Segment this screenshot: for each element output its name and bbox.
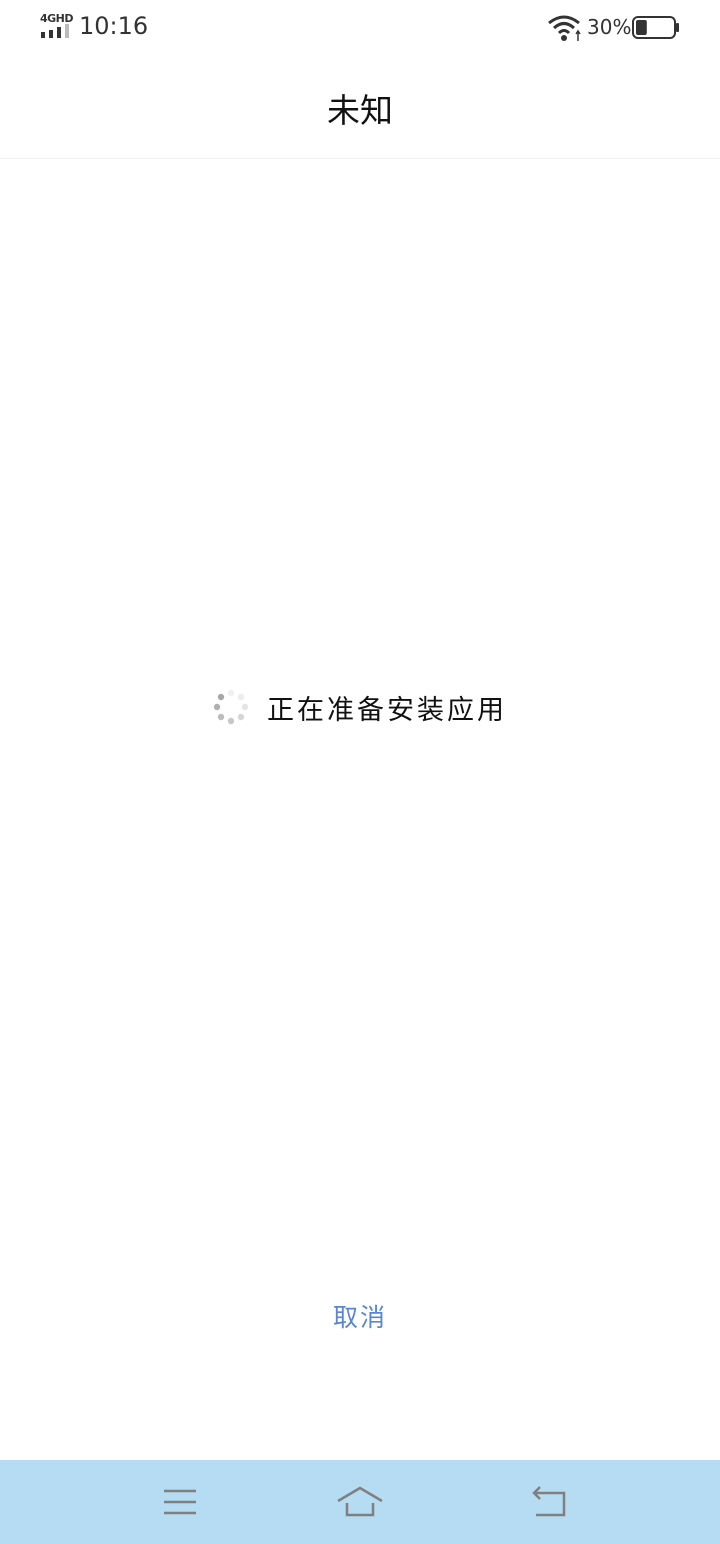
loading-text: 正在准备安装应用 [267,694,507,726]
loading-indicator: 正在准备安装应用 [0,686,720,728]
battery-icon [632,16,679,39]
back-button[interactable] [520,1476,576,1528]
status-bar: 4GHD 10:16 30% [0,0,720,56]
page-title: 未知 [327,91,393,130]
navigation-bar [0,1460,720,1544]
title-bar: 未知 [0,56,720,159]
screen: 4GHD 10:16 30% 未知 正在准备安装应用 取消 [0,0,720,1544]
loading-spinner-icon [213,689,249,725]
cancel-button[interactable]: 取消 [300,1290,420,1342]
wifi-icon [548,15,581,41]
menu-button[interactable] [152,1476,208,1528]
home-icon [337,1486,383,1517]
status-time: 10:16 [79,12,149,40]
home-button[interactable] [332,1476,388,1528]
signal-icon [41,24,69,38]
battery-percent: 30% [587,15,632,39]
menu-icon [164,1489,196,1515]
back-icon [532,1486,566,1517]
